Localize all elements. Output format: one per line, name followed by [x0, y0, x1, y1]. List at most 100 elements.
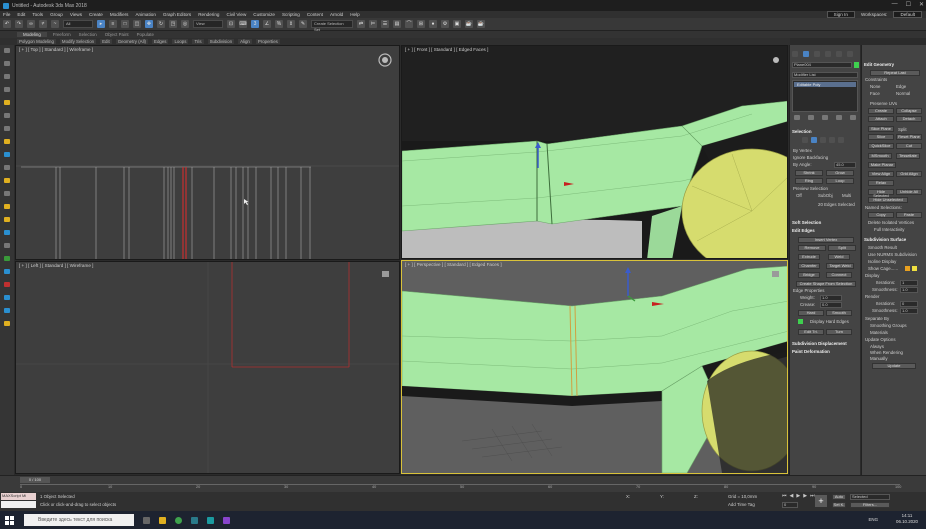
rendered-frame-icon[interactable]: ▣ — [453, 20, 461, 28]
timeline[interactable]: 0 / 100 0 10 20 30 40 50 60 70 80 90 100 — [0, 475, 926, 492]
make-planar-button[interactable]: Make Planar — [868, 162, 896, 168]
crease-input[interactable]: 0.0 — [820, 302, 842, 308]
edit-geometry-rollout-title[interactable]: Edit Geometry — [864, 62, 894, 67]
display-groups-icon[interactable] — [4, 178, 10, 183]
selection-rollout-title[interactable]: Selection — [792, 129, 812, 134]
bridge-button[interactable]: Bridge — [798, 272, 820, 278]
spinner-snap-icon[interactable]: ⇕ — [287, 20, 295, 28]
workspace-select[interactable]: Default — [893, 11, 922, 18]
chrome-icon[interactable] — [175, 516, 182, 524]
viewport-perspective[interactable]: [ + ] [ Perspective ] [ Standard ] [ Edg… — [401, 260, 788, 474]
display-cameras-icon[interactable] — [4, 113, 10, 118]
tab-modeling[interactable]: Modeling — [17, 32, 47, 37]
hard-button[interactable]: Hard — [798, 310, 824, 316]
percent-snap-icon[interactable]: % — [275, 20, 283, 28]
render-smoothness-input[interactable]: 1.0 — [900, 308, 918, 314]
remove-button[interactable]: Remove — [798, 245, 826, 251]
grid-align-button[interactable]: Grid Align — [896, 171, 922, 177]
display-lights-icon[interactable] — [4, 100, 10, 105]
preview-multi-radio[interactable]: Multi — [842, 193, 851, 198]
ribbon-edges[interactable]: Edges — [152, 39, 169, 44]
msmooth-button[interactable]: MSmooth — [868, 153, 892, 159]
extrude-button[interactable]: Extrude — [798, 254, 820, 260]
ribbon-modify-selection[interactable]: Modify Selection — [59, 39, 97, 44]
render-iterations-input[interactable]: 0 — [900, 301, 918, 307]
show-cage-checkbox[interactable]: Show Cage...... — [868, 266, 898, 271]
find-icon[interactable] — [4, 308, 10, 313]
ring-button[interactable]: Ring — [795, 178, 823, 184]
show-end-result-icon[interactable] — [808, 115, 814, 120]
menu-edit[interactable]: Edit — [17, 12, 25, 17]
toggle-layer-explorer-icon[interactable]: ▤ — [393, 20, 401, 28]
menu-arnold[interactable]: Arnold — [330, 12, 343, 17]
subdivision-surface-rollout-title[interactable]: Subdivision Surface — [864, 237, 906, 242]
link-icon[interactable]: ∞ — [27, 20, 35, 28]
lock-icon[interactable] — [4, 321, 10, 326]
remove-modifier-icon[interactable] — [836, 115, 842, 120]
hide-icon[interactable] — [4, 282, 10, 287]
bind-space-warp-icon[interactable]: ~ — [51, 20, 59, 28]
hide-unselected-button[interactable]: Hide Unselected — [868, 197, 908, 203]
properties-icon[interactable] — [4, 295, 10, 300]
select-and-move-icon[interactable]: ✥ — [145, 20, 153, 28]
app-icon-purple[interactable] — [223, 516, 230, 524]
slice-plane-button[interactable]: Slice Plane — [868, 126, 894, 132]
current-frame-input[interactable]: 0 — [782, 502, 798, 508]
selection-filter-select[interactable]: All — [63, 20, 93, 28]
split-edge-button[interactable]: Split — [828, 245, 856, 251]
by-vertex-checkbox[interactable]: By Vertex — [793, 148, 812, 153]
materials-checkbox[interactable]: Materials — [870, 330, 888, 335]
always-radio[interactable]: Always — [870, 344, 884, 349]
menu-content[interactable]: Content — [307, 12, 323, 17]
stack-item-editable-poly[interactable]: Editable Poly — [794, 82, 856, 87]
preserve-uvs-checkbox[interactable]: Preserve UVs — [870, 101, 897, 106]
set-key-button[interactable]: Set K. — [832, 502, 846, 508]
relax-button[interactable]: Relax — [868, 180, 894, 186]
menu-file[interactable]: File — [3, 12, 10, 17]
rectangular-selection-icon[interactable]: □ — [121, 20, 129, 28]
subdivision-displacement-rollout-title[interactable]: Subdivision Displacement — [792, 341, 847, 346]
viewport-top-label[interactable]: [ + ] [ Top ] [ Standard ] [ Wireframe ] — [19, 47, 93, 52]
by-angle-input[interactable]: 45.0 — [834, 162, 856, 168]
align-icon[interactable]: ⊨ — [369, 20, 377, 28]
go-to-end-icon[interactable]: ⏭ — [810, 493, 815, 499]
snap-toggle-icon[interactable]: 3 — [251, 20, 259, 28]
sort-icon[interactable] — [4, 61, 10, 66]
ribbon-subdivision[interactable]: Subdivision — [207, 39, 235, 44]
display-xrefs-icon[interactable] — [4, 204, 10, 209]
material-editor-icon[interactable]: ● — [429, 20, 437, 28]
render-production-icon[interactable]: ☕ — [465, 20, 473, 28]
menu-group[interactable]: Group — [50, 12, 63, 17]
ribbon-geometry-all[interactable]: Geometry (All) — [115, 39, 149, 44]
tab-selection[interactable]: Selection — [77, 32, 99, 37]
menu-rendering[interactable]: Rendering — [198, 12, 219, 17]
sign-in-button[interactable]: Sign In — [826, 11, 855, 18]
ribbon-edit[interactable]: Edit — [100, 39, 112, 44]
render-activeshade-icon[interactable]: ☕ — [477, 20, 485, 28]
loop-button[interactable]: Loop — [826, 178, 854, 184]
create-shape-button[interactable]: Create Shape From Selection — [796, 281, 856, 287]
create-tab-icon[interactable] — [792, 51, 798, 57]
tab-populate[interactable]: Populate — [135, 32, 156, 37]
utilities-tab-icon[interactable] — [847, 51, 853, 57]
viewport-perspective-label[interactable]: [ + ] [ Perspective ] [ Standard ] [ Edg… — [405, 262, 502, 267]
connect-button[interactable]: Connect — [826, 272, 852, 278]
shrink-button[interactable]: Shrink — [795, 170, 823, 176]
viewport-top[interactable]: [ + ] [ Top ] [ Standard ] [ Wireframe ] — [15, 45, 400, 260]
edit-edges-rollout-title[interactable]: Edit Edges — [792, 228, 815, 233]
collapse-button[interactable]: Collapse — [896, 108, 922, 114]
viewport-left-label[interactable]: [ + ] [ Left ] [ Standard ] [ Wireframe … — [19, 263, 93, 268]
update-button[interactable]: Update — [872, 363, 916, 369]
auto-key-button[interactable]: Auto — [832, 494, 846, 500]
pivot-center-icon[interactable]: ⊡ — [227, 20, 235, 28]
menu-graph-editors[interactable]: Graph Editors — [163, 12, 191, 17]
menu-views[interactable]: Views — [70, 12, 82, 17]
display-particles-icon[interactable] — [4, 230, 10, 235]
keyboard-shortcut-icon[interactable]: ⌨ — [239, 20, 247, 28]
ribbon-polygon-modeling[interactable]: Polygon Modeling — [17, 39, 56, 44]
menu-tools[interactable]: Tools — [32, 12, 43, 17]
object-name-field[interactable]: Plane004 — [792, 62, 852, 68]
hierarchy-tab-icon[interactable] — [814, 51, 820, 57]
smooth-button[interactable]: Smooth — [826, 310, 852, 316]
ribbon-tris[interactable]: Tris — [192, 39, 204, 44]
